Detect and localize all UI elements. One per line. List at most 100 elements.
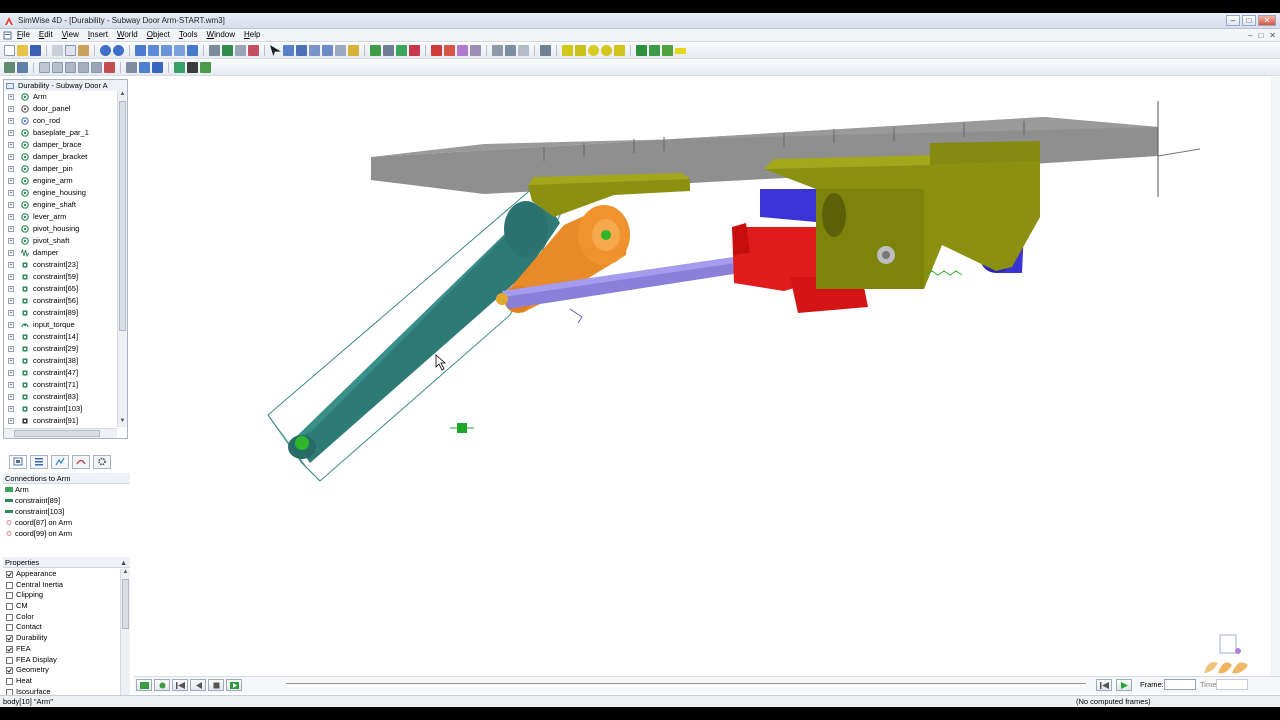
connection-item[interactable]: constraint[103] (3, 506, 130, 517)
tree-header[interactable]: Durability - Subway Door A (4, 80, 127, 91)
menu-window[interactable]: Window (207, 30, 235, 39)
expand-icon[interactable]: + (8, 166, 14, 172)
yellow-tool-1-icon[interactable] (562, 45, 573, 56)
view-6-icon[interactable] (78, 62, 89, 73)
tree-item[interactable]: + constraint[56] (4, 295, 117, 307)
rewind-button[interactable] (172, 679, 188, 691)
tree-item[interactable]: + door_panel (4, 103, 117, 115)
expand-icon[interactable]: + (8, 322, 14, 328)
tree-item[interactable]: + constraint[65] (4, 283, 117, 295)
print-icon[interactable] (492, 45, 503, 56)
tree-item[interactable]: + constraint[23] (4, 259, 117, 271)
tree-item[interactable]: + input_torque (4, 319, 117, 331)
property-checkbox[interactable] (6, 613, 13, 621)
paste-icon[interactable] (78, 45, 89, 56)
meter-tool-icon[interactable] (457, 45, 468, 56)
tree-item[interactable]: + constraint[71] (4, 379, 117, 391)
expand-icon[interactable]: + (8, 406, 14, 412)
connection-item[interactable]: Arm (3, 484, 130, 495)
tree-item[interactable]: + constraint[47] (4, 367, 117, 379)
tree-vertical-scrollbar[interactable]: ▲ ▼ (117, 91, 127, 427)
view-3-icon[interactable] (39, 62, 50, 73)
property-checkbox[interactable] (6, 624, 13, 632)
menu-view[interactable]: View (62, 30, 79, 39)
tree-item[interactable]: + pivot_housing (4, 223, 117, 235)
tree-item[interactable]: + constraint[89] (4, 307, 117, 319)
tree-item[interactable]: + engine_housing (4, 187, 117, 199)
tree-item[interactable]: + damper (4, 247, 117, 259)
yellow-tool-2-icon[interactable] (575, 45, 586, 56)
yellow-tool-5-icon[interactable] (614, 45, 625, 56)
expand-icon[interactable]: + (8, 94, 14, 100)
green-tree-icon[interactable] (662, 45, 673, 56)
view-12-icon[interactable] (174, 62, 185, 73)
save-icon[interactable] (30, 45, 41, 56)
minimize-button[interactable]: – (1226, 15, 1240, 26)
tree-item[interactable]: + lever_arm (4, 211, 117, 223)
expand-icon[interactable]: + (8, 142, 14, 148)
scroll-thumb[interactable] (122, 579, 129, 629)
clipboard-icon[interactable] (540, 45, 551, 56)
connection-item[interactable]: coord[87] on Arm (3, 517, 130, 528)
property-checkbox[interactable] (6, 581, 13, 589)
property-checkbox[interactable] (6, 571, 13, 578)
select-arrow-icon[interactable] (270, 45, 281, 56)
tree-item[interactable]: + engine_shaft (4, 199, 117, 211)
expand-icon[interactable]: + (8, 106, 14, 112)
torque-tool-icon[interactable] (444, 45, 455, 56)
property-checkbox[interactable] (6, 656, 13, 664)
expand-icon[interactable]: + (8, 346, 14, 352)
expand-icon[interactable]: + (8, 250, 14, 256)
damper-tool-icon[interactable] (409, 45, 420, 56)
menu-edit[interactable]: Edit (39, 30, 53, 39)
doc-restore-button[interactable]: □ (1258, 31, 1263, 40)
menu-world[interactable]: World (117, 30, 138, 39)
expand-icon[interactable]: + (8, 130, 14, 136)
tree-item[interactable]: + constraint[14] (4, 331, 117, 343)
fit-view-icon[interactable] (187, 45, 198, 56)
redo-icon[interactable] (113, 45, 124, 56)
view-1-icon[interactable] (4, 62, 15, 73)
tab-list[interactable] (30, 454, 48, 469)
view-14-icon[interactable] (200, 62, 211, 73)
expand-icon[interactable]: + (8, 238, 14, 244)
timeline-slider[interactable] (286, 683, 1086, 687)
copy-icon[interactable] (65, 45, 76, 56)
property-checkbox[interactable] (6, 592, 13, 600)
property-checkbox[interactable] (6, 677, 13, 685)
open-folder-icon[interactable] (17, 45, 28, 56)
tab-motion[interactable] (72, 454, 90, 469)
tool-f-icon[interactable] (348, 45, 359, 56)
view-4-icon[interactable] (52, 62, 63, 73)
property-checkbox[interactable] (6, 645, 13, 653)
tool-c-icon[interactable] (309, 45, 320, 56)
expand-icon[interactable]: + (8, 382, 14, 388)
green-split-icon[interactable] (649, 45, 660, 56)
menu-file[interactable]: File (17, 30, 30, 39)
step-back-button[interactable] (190, 679, 206, 691)
new-file-icon[interactable] (4, 45, 15, 56)
yellow-tool-4-icon[interactable] (601, 45, 612, 56)
body-tool-icon[interactable] (370, 45, 381, 56)
yellow-bar-icon[interactable] (675, 47, 686, 54)
expand-icon[interactable]: + (8, 226, 14, 232)
grid-icon[interactable] (518, 45, 529, 56)
options-button[interactable] (154, 679, 170, 691)
maximize-button[interactable]: □ (1242, 15, 1256, 26)
arm-pivot-marker[interactable] (295, 436, 309, 450)
time-input[interactable] (1216, 679, 1248, 690)
tree-item[interactable]: + constraint[103] (4, 403, 117, 415)
menu-object[interactable]: Object (147, 30, 170, 39)
tree-item[interactable]: + constraint[29] (4, 343, 117, 355)
expand-icon[interactable]: + (8, 190, 14, 196)
tool-a-icon[interactable] (283, 45, 294, 56)
view-11-icon[interactable] (152, 62, 163, 73)
force-tool-icon[interactable] (431, 45, 442, 56)
collapse-icon[interactable]: ▲ (120, 558, 127, 569)
expand-icon[interactable]: + (8, 370, 14, 376)
frame-input[interactable] (1164, 679, 1196, 690)
render-icon[interactable] (209, 45, 220, 56)
tree-item[interactable]: + damper_pin (4, 163, 117, 175)
scroll-down-icon[interactable]: ▼ (118, 418, 127, 427)
coordinate-marker[interactable] (450, 423, 474, 433)
